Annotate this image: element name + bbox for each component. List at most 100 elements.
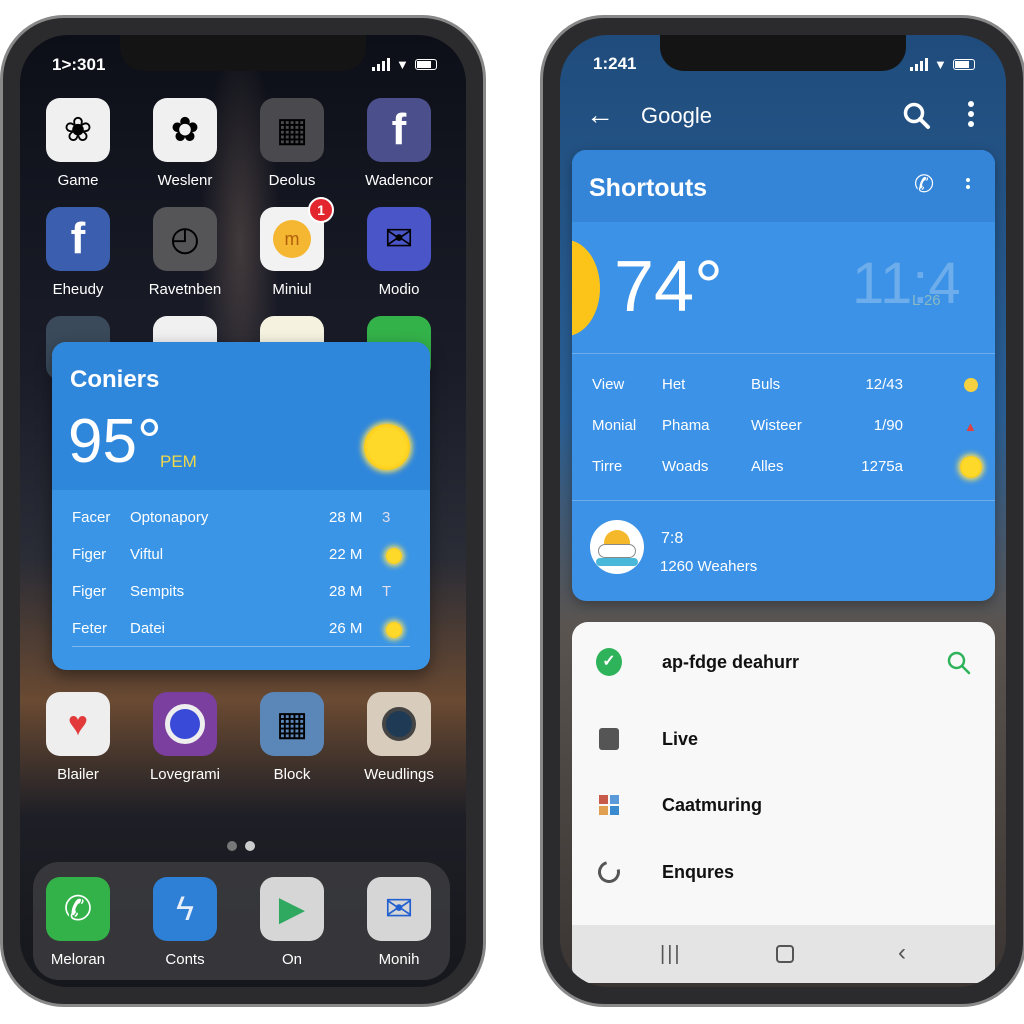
cloud-icon: 3 [382, 509, 391, 526]
row-desc: Optonapory [130, 509, 209, 526]
navigation-bar: ||| ‹ [572, 925, 995, 983]
weather-widget[interactable]: Coniers 95° PEM Facer Optonapory 28 M 3 Fige… [52, 342, 430, 670]
bolt-icon: ϟ [153, 877, 217, 941]
card-more-icon[interactable] [966, 178, 970, 189]
app-label: Block [273, 766, 311, 783]
footer-label: 1260 Weahers [660, 558, 758, 575]
play-store-icon: ▶ [260, 877, 324, 941]
app-block[interactable]: ▦ Block [247, 692, 337, 783]
instagram-camera-icon [367, 692, 431, 756]
row-day: Figer [72, 546, 107, 563]
notch [120, 35, 366, 71]
sheet-item-2[interactable]: Caatmuring [572, 785, 995, 825]
row-value: 1/90 [873, 417, 903, 434]
page-dot-active[interactable] [245, 841, 255, 851]
app-label: Eheudy [52, 281, 104, 298]
signal-icon [372, 58, 390, 71]
app-lovegrami[interactable]: Lovegrami [140, 692, 230, 783]
sheet-item-1[interactable]: Live [572, 719, 995, 759]
forecast-row[interactable]: Feter Datei 26 M [72, 620, 410, 640]
forecast-row[interactable]: Facer Optonapory 28 M 3 [72, 509, 410, 529]
partly-sunny-icon [964, 378, 978, 392]
footer-value: 7:8 [661, 530, 684, 547]
page-dot[interactable] [227, 841, 237, 851]
phone-icon: ✆ [46, 877, 110, 941]
shortcuts-card[interactable]: Shortouts ✆ 74° 11:4 L 26 View Het Buls 12/… [572, 150, 995, 601]
wifi-icon: ▼ [934, 57, 947, 72]
widget-temperature: 95° [68, 407, 162, 476]
notification-badge: 1 [308, 197, 334, 223]
timer-icon: ◴ [153, 207, 217, 271]
sun-icon [386, 622, 402, 638]
status-icons: ▼ [372, 57, 437, 72]
refresh-icon [593, 856, 625, 888]
app-label: Weudlings [364, 766, 434, 783]
app-on[interactable]: ▶ On [247, 877, 337, 968]
app-wadencor[interactable]: f Wadencor [354, 98, 444, 189]
faded-low: L 26 [912, 292, 941, 309]
cloud-icon: T [382, 583, 392, 600]
status-icons: ▼ [910, 57, 975, 72]
app-weslenr[interactable]: ✿ Weslenr [140, 98, 230, 189]
app-label: Modio [378, 281, 420, 298]
app-miniul[interactable]: m 1 Miniul [247, 197, 337, 298]
row-value: 28 M [329, 509, 363, 526]
app-label: Ravetnben [148, 281, 222, 298]
row-value: 1275a [861, 458, 903, 475]
app-conts[interactable]: ϟ Conts [140, 877, 230, 968]
app-label: Blailer [57, 766, 99, 783]
app-monih[interactable]: ✉ Monih [354, 877, 444, 968]
app-deolus[interactable]: ▦ Deolus [247, 98, 337, 189]
row-day: View [592, 376, 625, 393]
sheet-item-label: Enqures [662, 861, 735, 882]
forecast-row[interactable]: Figer Viftul 22 M [72, 546, 410, 566]
app-weudlings[interactable]: Weudlings [354, 692, 444, 783]
row-desc: Viftul [130, 546, 164, 563]
app-grid-icon [596, 792, 622, 818]
row-col3: Wisteer [751, 417, 802, 434]
app-meloran[interactable]: ✆ Meloran [33, 877, 123, 968]
row-col2: Phama [662, 417, 710, 434]
row-value: 22 M [329, 546, 363, 563]
search-icon[interactable] [946, 650, 972, 676]
back-icon[interactable]: ‹ [898, 939, 906, 967]
app-label: Weslenr [157, 172, 213, 189]
forecast-row[interactable]: Figer Sempits 28 M T [72, 583, 410, 603]
more-options-icon[interactable] [968, 101, 974, 127]
forecast-row[interactable]: Tirre Woads Alles 1275a [592, 456, 982, 478]
sun-icon [960, 456, 982, 478]
sheet-item-3[interactable]: Enqures [572, 852, 995, 892]
sun-icon [364, 424, 410, 470]
app-ravetnben[interactable]: ◴ Ravetnben [140, 207, 230, 298]
app-label: Meloran [50, 951, 106, 968]
app-label: Monih [378, 951, 420, 968]
left-phone-screen: 1>:301 ▼ ❀ Game ✿ Weslenr ▦ Deolus f Wadencor f E… [20, 35, 466, 987]
bottom-sheet: ✓ ap-fdge deahurr Live Caatmuring Enqure… [572, 622, 995, 983]
pinwheel-icon: ❀ [46, 98, 110, 162]
status-time: 1:241 [593, 54, 637, 73]
divider [572, 500, 995, 501]
card-title: Shortouts [589, 174, 708, 202]
grid-icon: ▦ [260, 692, 324, 756]
app-blailer[interactable]: ♥ Blailer [33, 692, 123, 783]
contact-card-icon [596, 726, 622, 752]
forecast-row[interactable]: Monial Phama Wisteer 1/90 ▲ [592, 417, 977, 437]
weather-app-icon[interactable] [590, 520, 644, 574]
row-day: Figer [72, 583, 107, 600]
app-modio[interactable]: ✉ Modio [354, 207, 444, 298]
phone-icon[interactable]: ✆ [914, 170, 934, 199]
row-day: Facer [72, 509, 111, 526]
check-circle-icon: ✓ [596, 648, 622, 676]
recent-apps-icon[interactable]: ||| [660, 943, 682, 966]
search-icon[interactable] [902, 101, 932, 131]
signal-icon [910, 58, 928, 71]
sheet-item-0[interactable]: ✓ ap-fdge deahurr [572, 642, 995, 682]
back-arrow-icon[interactable]: ← [586, 99, 614, 131]
app-eheudy[interactable]: f Eheudy [33, 207, 123, 298]
sun-icon [572, 240, 600, 336]
home-icon[interactable] [776, 945, 794, 963]
widget-unit: PEM [160, 452, 197, 471]
row-value: 28 M [329, 583, 363, 600]
app-game[interactable]: ❀ Game [33, 98, 123, 189]
forecast-row[interactable]: View Het Buls 12/43 [592, 376, 978, 396]
